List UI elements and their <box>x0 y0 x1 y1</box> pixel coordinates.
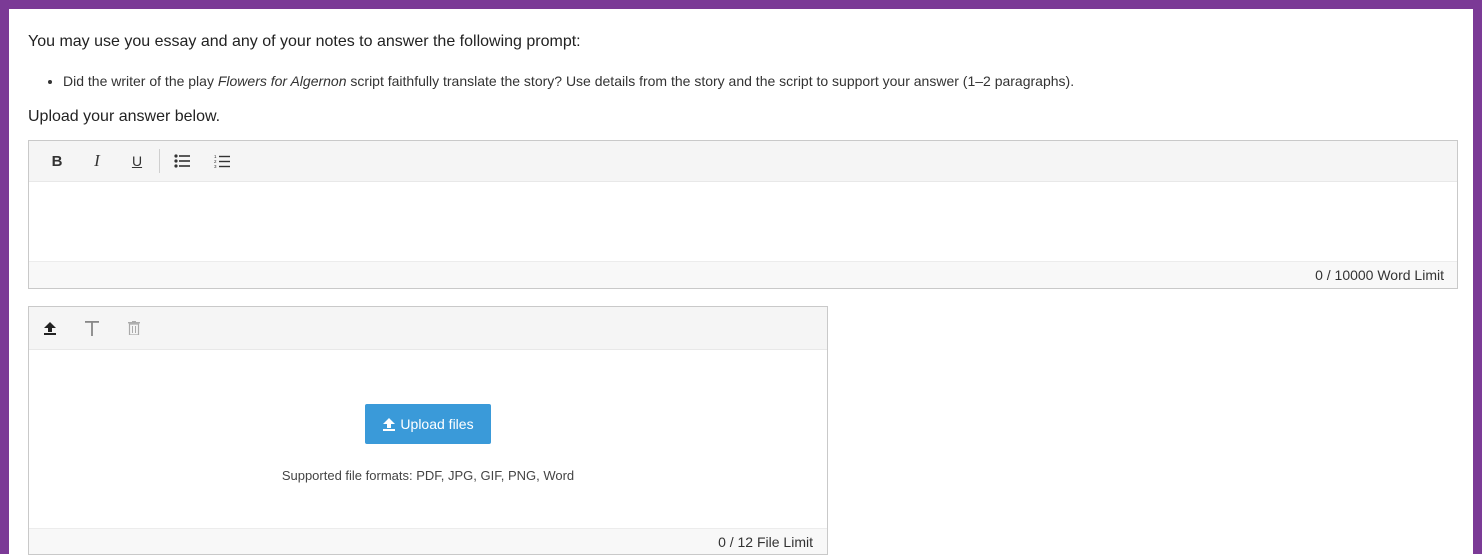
toolbar-divider <box>159 149 160 173</box>
answer-text-area[interactable] <box>29 182 1457 262</box>
frame-border-top <box>0 0 1482 9</box>
supported-formats-text: Supported file formats: PDF, JPG, GIF, P… <box>281 468 575 483</box>
upload-label: Upload your answer below. <box>28 108 221 125</box>
word-limit-label: / 10000 Word Limit <box>1326 267 1444 283</box>
upload-files-label: Upload files <box>400 416 474 432</box>
prompt-text-before: Did the writer of the play <box>63 73 218 89</box>
upload-icon <box>44 322 56 335</box>
bold-button[interactable]: B <box>37 146 77 176</box>
upload-icon <box>383 418 396 431</box>
frame-border-right <box>1473 0 1482 554</box>
word-count: 0 <box>1315 267 1323 283</box>
bulleted-list-icon <box>174 154 190 168</box>
svg-text:3: 3 <box>214 164 217 169</box>
numbered-list-button[interactable]: 1 2 3 <box>202 146 242 176</box>
upload-files-button[interactable]: Upload files <box>365 404 491 444</box>
prompt-title: Flowers for Algernon <box>217 73 347 89</box>
intro-text: You may use you essay and any of your no… <box>28 33 581 50</box>
italic-button[interactable]: I <box>77 146 117 176</box>
prompt-list: Did the writer of the play Flowers for A… <box>28 73 1074 89</box>
text-icon <box>85 320 99 336</box>
delete-tool-button[interactable] <box>113 313 155 343</box>
underline-button[interactable]: U <box>117 146 157 176</box>
file-uploader: Upload files Supported file formats: PDF… <box>28 306 828 555</box>
frame-border-left <box>0 0 9 554</box>
numbered-list-icon: 1 2 3 <box>214 154 230 169</box>
upload-tool-button[interactable] <box>29 313 71 343</box>
rich-text-editor: B I U 1 2 3 0 / 10000 Word Limit <box>28 140 1458 289</box>
file-limit-label: 0 / 12 File Limit <box>718 533 813 550</box>
file-limit-footer: 0 / 12 File Limit <box>29 528 827 554</box>
editor-toolbar: B I U 1 2 3 <box>29 141 1457 182</box>
uploader-toolbar <box>29 307 827 350</box>
text-tool-button[interactable] <box>71 313 113 343</box>
trash-icon <box>128 321 140 335</box>
prompt-text-after: script faithfully translate the story? U… <box>346 73 1075 89</box>
word-limit-footer: 0 / 10000 Word Limit <box>29 261 1457 288</box>
bulleted-list-button[interactable] <box>162 146 202 176</box>
prompt-item: Did the writer of the play Flowers for A… <box>63 73 1074 89</box>
